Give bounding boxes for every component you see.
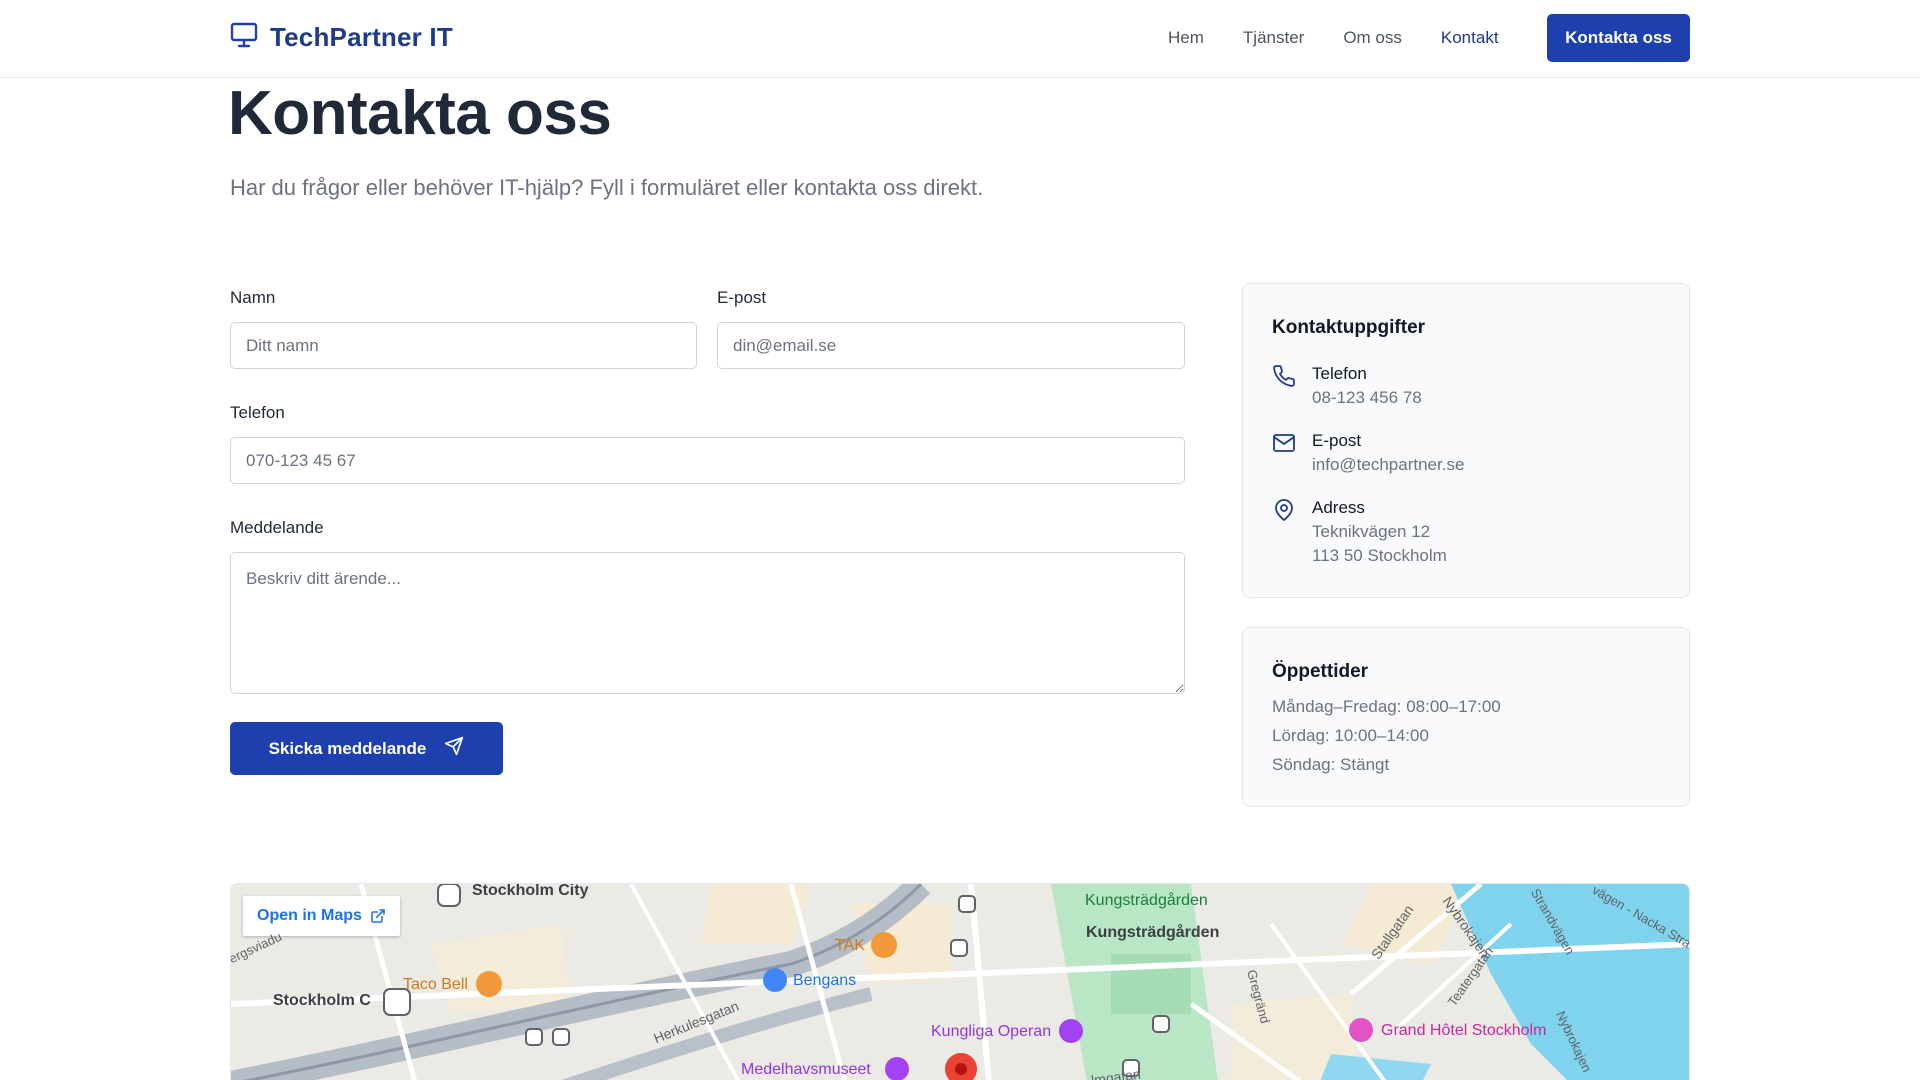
map-place-medelhavsmuseet[interactable]: Medelhavsmuseet [741, 1061, 871, 1079]
map-place-bengans[interactable]: Bengans [793, 972, 856, 990]
nav-link-hem[interactable]: Hem [1168, 14, 1204, 62]
open-in-maps-link[interactable]: Open in Maps [243, 896, 400, 936]
hours-list: Måndag–Fredag: 08:00–17:00 Lördag: 10:00… [1272, 692, 1501, 779]
open-in-maps-label: Open in Maps [257, 907, 362, 924]
embedded-map[interactable]: Open in Maps Stockholm City Stockholm C … [230, 883, 1690, 1080]
address-line-2: 113 50 Stockholm [1312, 546, 1447, 565]
contact-address-row: Adress Teknikvägen 12 113 50 Stockholm [1272, 496, 1447, 568]
phone-icon [1272, 364, 1296, 388]
contact-email-row: E-post info@techpartner.se [1272, 429, 1464, 477]
contact-us-button[interactable]: Kontakta oss [1547, 14, 1690, 62]
brand-logo-link[interactable]: TechPartner IT [230, 22, 453, 53]
hours-row: Söndag: Stängt [1272, 755, 1390, 774]
map-pin-icon [1272, 498, 1296, 522]
address-label: Adress [1312, 498, 1365, 517]
hours-row: Måndag–Fredag: 08:00–17:00 [1272, 697, 1501, 716]
mail-icon [1272, 431, 1296, 455]
monitor-icon [230, 22, 258, 53]
brand-name: TechPartner IT [270, 22, 453, 52]
external-link-icon [370, 908, 386, 924]
message-textarea[interactable] [230, 552, 1185, 694]
email-value[interactable]: info@techpartner.se [1312, 453, 1464, 477]
map-place-grand-hotel[interactable]: Grand Hôtel Stockholm [1381, 1022, 1546, 1040]
map-place-kungliga-operan[interactable]: Kungliga Operan [931, 1023, 1051, 1041]
phone-value[interactable]: 08-123 456 78 [1312, 386, 1422, 410]
opening-hours-card: Öppettider Måndag–Fredag: 08:00–17:00 Lö… [1242, 627, 1690, 807]
map-place-taco-bell[interactable]: Taco Bell [403, 976, 468, 994]
map-place-stockholm-city[interactable]: Stockholm City [472, 884, 588, 900]
site-header: TechPartner IT Hem Tjänster Om oss Konta… [0, 0, 1920, 78]
map-place-tak[interactable]: TAK [835, 937, 865, 955]
page-subtitle: Har du frågor eller behöver IT-hjälp? Fy… [230, 175, 984, 200]
contact-phone-row: Telefon 08-123 456 78 [1272, 362, 1422, 410]
hours-row: Lördag: 10:00–14:00 [1272, 726, 1429, 745]
main-nav: Hem Tjänster Om oss Kontakt [1168, 14, 1538, 62]
send-icon [444, 736, 464, 761]
map-place-kungstradgarden-park[interactable]: Kungsträdgården [1085, 892, 1208, 910]
nav-link-om-oss[interactable]: Om oss [1343, 14, 1402, 62]
name-input[interactable] [230, 322, 697, 369]
address-line-1: Teknikvägen 12 [1312, 522, 1431, 541]
map-place-stockholm-c[interactable]: Stockholm C [273, 992, 371, 1010]
page-title: Kontakta oss [228, 79, 612, 148]
email-label: E-post [717, 288, 767, 307]
phone-label: Telefon [230, 403, 285, 422]
contact-card-title: Kontaktuppgifter [1272, 317, 1426, 338]
nav-link-kontakt[interactable]: Kontakt [1441, 14, 1499, 62]
map-place-kungstradgarden-station[interactable]: Kungsträdgården [1086, 924, 1219, 942]
hours-card-title: Öppettider [1272, 661, 1369, 682]
nav-link-tjanster[interactable]: Tjänster [1243, 14, 1304, 62]
message-label: Meddelande [230, 518, 324, 537]
email-label: E-post [1312, 431, 1362, 450]
phone-label: Telefon [1312, 364, 1367, 383]
send-message-button[interactable]: Skicka meddelande [230, 722, 503, 775]
name-label: Namn [230, 288, 276, 307]
contact-info-card: Kontaktuppgifter Telefon 08-123 456 78 E… [1242, 283, 1690, 598]
phone-input[interactable] [230, 437, 1185, 484]
send-message-label: Skicka meddelande [268, 738, 427, 758]
email-input[interactable] [717, 322, 1185, 369]
